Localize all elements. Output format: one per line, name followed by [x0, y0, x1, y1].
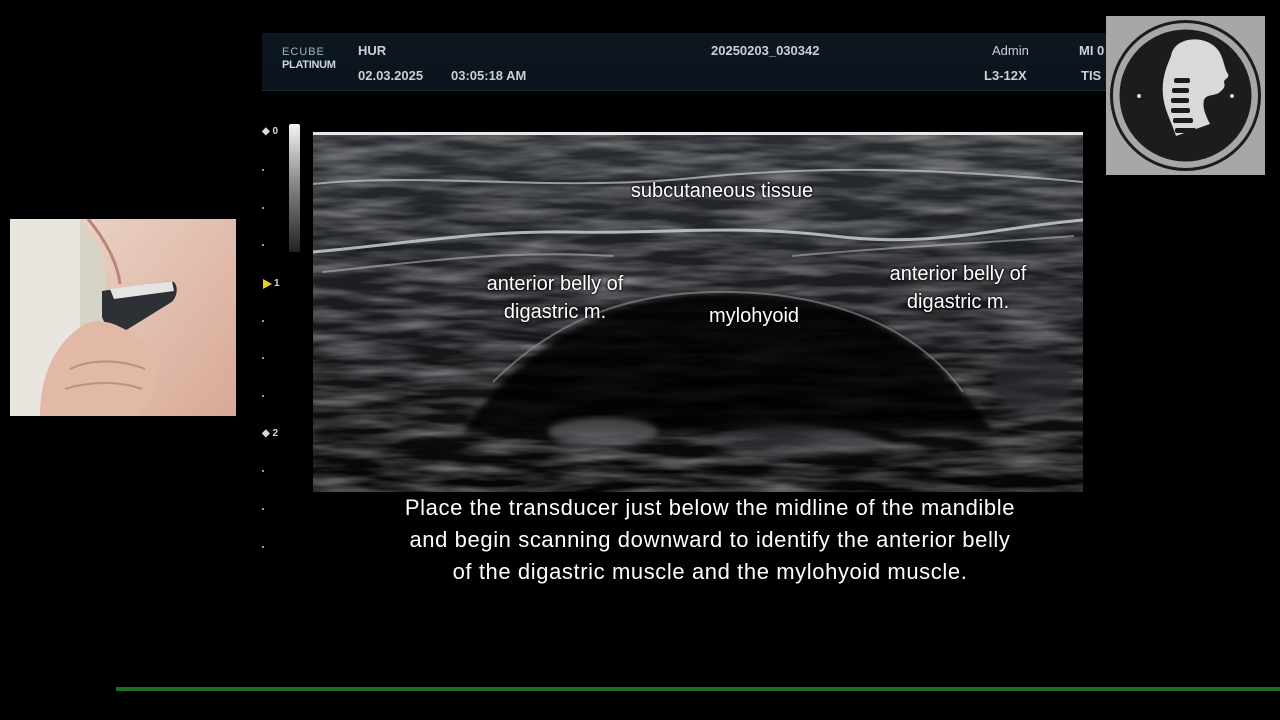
label-subcutaneous-tissue: subcutaneous tissue [630, 180, 814, 202]
depth-label-1: 1 [274, 278, 280, 289]
exam-time: 03:05:18 AM [451, 68, 527, 83]
transducer-placement-photo [10, 219, 236, 416]
depth-value-1: 1 [274, 278, 280, 289]
label-right-digastric: anterior belly of digastric m. [858, 260, 1058, 316]
label-left-digastric-line2: digastric m. [503, 301, 607, 323]
caption-line1: Place the transducer just below the midl… [404, 495, 1016, 520]
depth-tick [262, 395, 264, 397]
label-right-digastric-line2: digastric m. [906, 291, 1010, 313]
depth-value-0: 0 [272, 126, 279, 137]
exam-date: 02.03.2025 [358, 68, 424, 83]
probe-model: L3-12X [984, 68, 1027, 83]
device-logo: ECUBE PLATINUM [282, 47, 336, 71]
gain-scale-bar [289, 124, 300, 252]
caption-line3: of the digastric muscle and the mylohyoi… [452, 559, 968, 584]
depth-tick [262, 244, 264, 246]
depth-value-2: 2 [272, 428, 279, 439]
label-right-digastric-line1: anterior belly of [889, 263, 1027, 285]
instruction-caption: Place the transducer just below the midl… [330, 492, 1090, 588]
depth-tick [262, 169, 264, 171]
video-progress-bar[interactable] [116, 687, 1280, 691]
mi-readout: MI 0 [1079, 43, 1105, 58]
depth-tick [262, 546, 264, 548]
depth-tick [262, 207, 264, 209]
brand-line2: PLATINUM [282, 59, 336, 71]
spine-head-logo-icon [1110, 20, 1261, 171]
patient-name: HUR [358, 43, 387, 58]
depth-tick [262, 320, 264, 322]
focus-marker-icon [263, 279, 272, 289]
depth-tick [262, 357, 264, 359]
depth-label-2: ◆ 2 [262, 428, 279, 439]
depth-tick [262, 470, 264, 472]
label-left-digastric: anterior belly of digastric m. [455, 270, 655, 326]
label-mylohyoid: mylohyoid [708, 305, 800, 327]
depth-label-0: ◆ 0 [262, 126, 279, 137]
channel-logo [1106, 16, 1265, 175]
brand-line1: ECUBE [282, 46, 325, 58]
ultrasound-header: ECUBE PLATINUM HUR 02.03.2025 03:05:18 A… [262, 33, 1108, 91]
depth-tick [262, 508, 264, 510]
label-left-digastric-line1: anterior belly of [486, 273, 624, 295]
caption-line2: and begin scanning downward to identify … [409, 527, 1011, 552]
operator-name: Admin [992, 43, 1029, 58]
tis-readout: TIS [1081, 68, 1102, 83]
study-id: 20250203_030342 [711, 43, 820, 58]
